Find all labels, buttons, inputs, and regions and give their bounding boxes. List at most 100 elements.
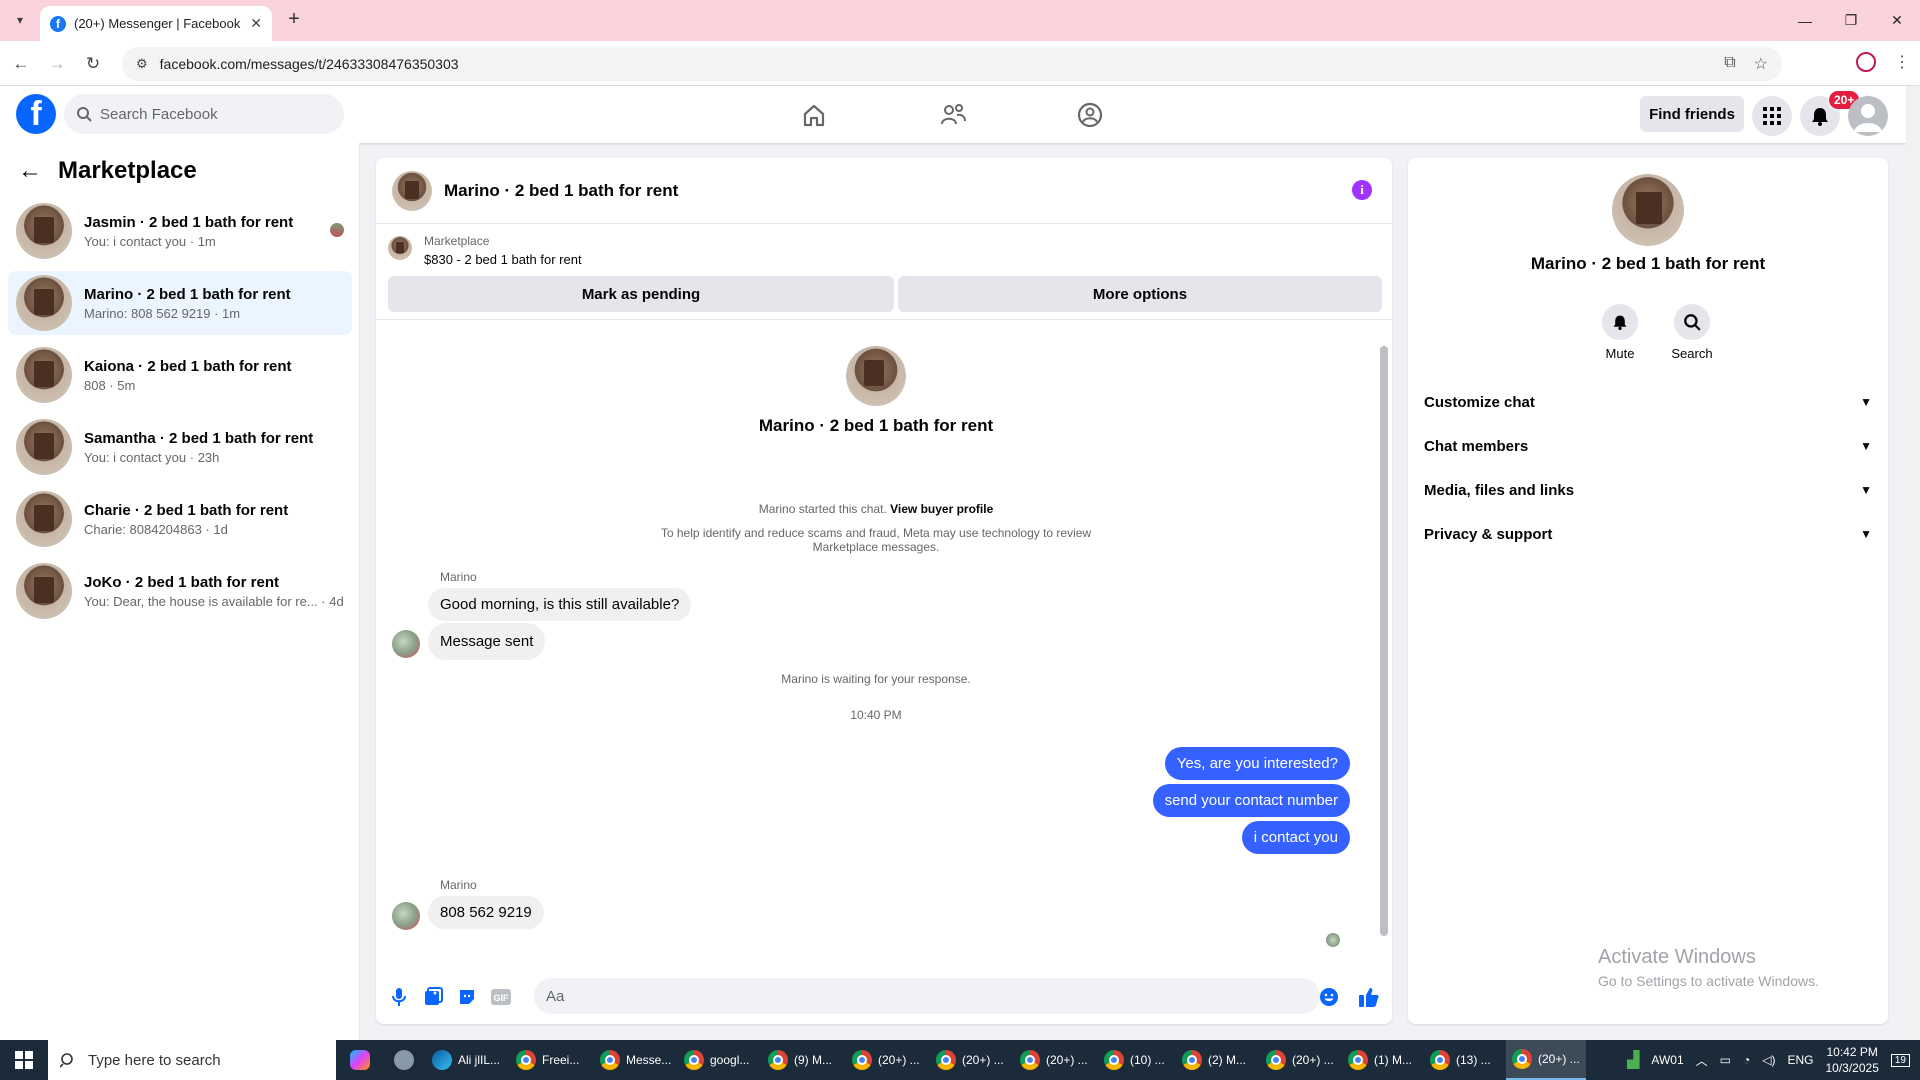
clock[interactable]: 10:42 PM 10/3/2025 bbox=[1825, 1044, 1878, 1076]
account-avatar[interactable] bbox=[1848, 96, 1888, 136]
reload-icon[interactable]: ↻ bbox=[80, 51, 106, 77]
app-icon[interactable] bbox=[388, 1040, 420, 1080]
thumbs-up-icon[interactable] bbox=[1358, 986, 1380, 1008]
tab-search-icon[interactable]: ▾ bbox=[8, 8, 32, 32]
volume-icon[interactable]: ◁) bbox=[1762, 1053, 1775, 1067]
marketplace-conversation-list: ← Marketplace Jasmin · 2 bed 1 bath for … bbox=[0, 143, 360, 1040]
browser-tab-active[interactable]: f (20+) Messenger | Facebook ✕ bbox=[40, 6, 272, 41]
wifi-icon[interactable]: ◔ bbox=[1743, 1053, 1750, 1067]
conversation-item[interactable]: Samantha · 2 bed 1 bath for rent You: i … bbox=[8, 415, 352, 479]
facebook-search[interactable] bbox=[64, 94, 344, 134]
taskbar-app-chrome[interactable]: (13) ... bbox=[1424, 1040, 1497, 1080]
language-indicator[interactable]: ENG bbox=[1787, 1053, 1813, 1067]
chat-title[interactable]: Marino · 2 bed 1 bath for rent bbox=[444, 181, 678, 201]
back-icon[interactable]: ← bbox=[8, 51, 34, 77]
windows-start-icon[interactable] bbox=[0, 1040, 48, 1080]
message-input[interactable] bbox=[534, 978, 1320, 1014]
sender-avatar[interactable] bbox=[392, 630, 420, 658]
browser-profile-icon[interactable] bbox=[1856, 52, 1876, 72]
restore-icon[interactable]: ❐ bbox=[1828, 0, 1874, 41]
activate-windows-watermark: Activate Windows Go to Settings to activ… bbox=[1598, 946, 1819, 989]
search-in-chat-button[interactable]: Search bbox=[1662, 304, 1722, 361]
view-buyer-profile-link[interactable]: View buyer profile bbox=[890, 502, 993, 516]
menu-grid-icon[interactable] bbox=[1752, 96, 1792, 136]
page-scrollbar[interactable] bbox=[1906, 86, 1920, 1040]
groups-icon[interactable] bbox=[1073, 98, 1107, 132]
facebook-logo-icon[interactable]: f bbox=[16, 94, 56, 134]
customize-chat-section[interactable]: Customize chat ▼ bbox=[1424, 382, 1872, 422]
sticker-icon[interactable] bbox=[456, 986, 478, 1008]
conversation-item[interactable]: Charie · 2 bed 1 bath for rent Charie: 8… bbox=[8, 487, 352, 551]
taskbar-app-chrome[interactable]: (1) M... bbox=[1342, 1040, 1418, 1080]
browser-menu-icon[interactable]: ⋮ bbox=[1894, 52, 1910, 72]
info-icon[interactable]: i bbox=[1352, 180, 1372, 200]
copilot-icon[interactable] bbox=[344, 1040, 376, 1080]
minimize-icon[interactable]: — bbox=[1782, 0, 1828, 41]
emoji-icon[interactable] bbox=[1318, 986, 1340, 1008]
new-tab-button[interactable]: + bbox=[282, 8, 306, 32]
listing-title[interactable]: $830 - 2 bed 1 bath for rent bbox=[424, 252, 582, 267]
close-tab-icon[interactable]: ✕ bbox=[250, 15, 262, 32]
incoming-message[interactable]: 808 562 9219 bbox=[428, 896, 544, 929]
conversation-item[interactable]: JoKo · 2 bed 1 bath for rent You: Dear, … bbox=[8, 559, 352, 623]
chat-scrollbar[interactable] bbox=[1378, 326, 1388, 956]
gif-icon[interactable]: GIF bbox=[490, 986, 512, 1008]
taskbar-search[interactable]: Type here to search bbox=[48, 1040, 336, 1080]
conversation-item-active[interactable]: Marino · 2 bed 1 bath for rent Marino: 8… bbox=[8, 271, 352, 335]
taskbar-app-chrome[interactable]: Messe... bbox=[594, 1040, 677, 1080]
taskbar-app-chrome[interactable]: (10) ... bbox=[1098, 1040, 1171, 1080]
site-info-icon[interactable]: ⚙ bbox=[136, 56, 148, 72]
notification-center-icon[interactable]: 19 bbox=[1890, 1053, 1910, 1067]
incoming-message[interactable]: Good morning, is this still available? bbox=[428, 588, 692, 621]
chat-avatar[interactable] bbox=[392, 170, 432, 211]
facebook-search-input[interactable] bbox=[100, 105, 320, 123]
back-arrow-icon[interactable]: ← bbox=[18, 157, 42, 185]
microphone-icon[interactable] bbox=[388, 986, 410, 1008]
find-friends-button[interactable]: Find friends bbox=[1640, 96, 1744, 132]
conversation-name: Jasmin · 2 bed 1 bath for rent bbox=[84, 213, 294, 231]
listing-thumbnail[interactable] bbox=[388, 236, 412, 260]
mark-as-pending-button[interactable]: Mark as pending bbox=[388, 276, 894, 312]
media-files-links-section[interactable]: Media, files and links ▼ bbox=[1424, 470, 1872, 510]
profile-avatar[interactable] bbox=[1612, 174, 1684, 246]
more-options-button[interactable]: More options bbox=[898, 276, 1382, 312]
home-icon[interactable] bbox=[797, 98, 831, 132]
sender-avatar[interactable] bbox=[392, 902, 420, 930]
chevron-up-icon[interactable]: ︿ bbox=[1696, 1052, 1708, 1069]
taskbar-app-chrome[interactable]: (20+) ... bbox=[1260, 1040, 1340, 1080]
chrome-icon bbox=[768, 1050, 788, 1070]
svg-text:GIF: GIF bbox=[494, 993, 510, 1003]
close-window-icon[interactable]: ✕ bbox=[1874, 0, 1920, 41]
install-app-icon[interactable]: ⧉ bbox=[1724, 54, 1735, 74]
address-bar[interactable]: ⚙ facebook.com/messages/t/24633308476350… bbox=[122, 47, 1782, 81]
taskbar-app-chrome[interactable]: Freei... bbox=[510, 1040, 585, 1080]
taskbar-app-edge[interactable]: Ali jlIL... bbox=[426, 1040, 506, 1080]
conversation-item[interactable]: Jasmin · 2 bed 1 bath for rent You: i co… bbox=[8, 199, 352, 263]
mute-button[interactable]: Mute bbox=[1590, 304, 1650, 361]
friends-icon[interactable] bbox=[936, 98, 970, 132]
chat-members-section[interactable]: Chat members ▼ bbox=[1424, 426, 1872, 466]
outgoing-message[interactable]: Yes, are you interested? bbox=[1164, 747, 1350, 780]
conversation-item[interactable]: Kaiona · 2 bed 1 bath for rent 808 · 5m bbox=[8, 343, 352, 407]
taskbar-app-chrome-active[interactable]: (20+) ... bbox=[1506, 1040, 1586, 1080]
taskbar-app-chrome[interactable]: (20+) ... bbox=[930, 1040, 1010, 1080]
bookmark-star-icon[interactable]: ☆ bbox=[1754, 54, 1768, 74]
taskbar-app-chrome[interactable]: (9) M... bbox=[762, 1040, 838, 1080]
taskbar-app-chrome[interactable]: (2) M... bbox=[1176, 1040, 1252, 1080]
outgoing-message[interactable]: i contact you bbox=[1241, 821, 1350, 854]
taskbar-app-chrome[interactable]: (20+) ... bbox=[1014, 1040, 1094, 1080]
chrome-icon bbox=[1430, 1050, 1450, 1070]
network-signal-icon[interactable]: ▟ bbox=[1627, 1050, 1639, 1070]
taskbar-app-chrome[interactable]: googl... bbox=[678, 1040, 755, 1080]
sender-name: Marino bbox=[440, 570, 477, 584]
device-icon[interactable]: ▭ bbox=[1720, 1053, 1731, 1067]
incoming-message[interactable]: Message sent bbox=[428, 623, 546, 660]
network-name[interactable]: AW01 bbox=[1651, 1053, 1683, 1067]
photo-icon[interactable] bbox=[422, 986, 444, 1008]
forward-icon[interactable]: → bbox=[44, 51, 70, 77]
taskbar-app-chrome[interactable]: (20+) ... bbox=[846, 1040, 926, 1080]
window-controls: — ❐ ✕ bbox=[1782, 0, 1920, 41]
privacy-support-section[interactable]: Privacy & support ▼ bbox=[1424, 514, 1872, 554]
chat-scrollbar-thumb[interactable] bbox=[1380, 346, 1388, 936]
outgoing-message[interactable]: send your contact number bbox=[1152, 784, 1350, 817]
